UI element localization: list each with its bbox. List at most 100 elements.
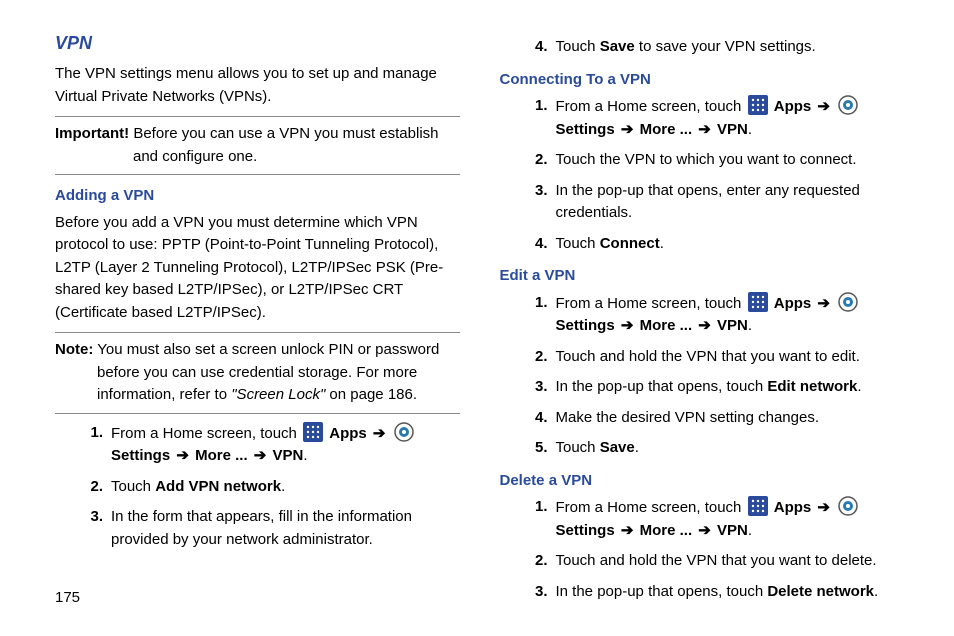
list-item: 3.In the pop-up that opens, enter any re… bbox=[500, 180, 905, 225]
step-number: 3. bbox=[530, 180, 556, 225]
arrow-icon: ➔ bbox=[696, 522, 713, 539]
step-number: 1. bbox=[530, 95, 556, 141]
text: to save your VPN settings. bbox=[635, 38, 816, 55]
nav-settings: Settings bbox=[556, 522, 615, 539]
step-body: In the pop-up that opens, touch Edit net… bbox=[556, 376, 905, 399]
connecting-steps: 1. From a Home screen, touch Apps ➔ Sett… bbox=[500, 95, 905, 255]
nav-apps: Apps bbox=[774, 98, 812, 115]
text-bold: Save bbox=[600, 38, 635, 55]
adding-vpn-intro: Before you add a VPN you must determine … bbox=[55, 212, 460, 325]
step-body: From a Home screen, touch Apps ➔ Setting… bbox=[111, 422, 460, 468]
step-body: From a Home screen, touch Apps ➔ Setting… bbox=[556, 292, 905, 338]
note-box: Note: You must also set a screen unlock … bbox=[55, 332, 460, 414]
text: Touch bbox=[556, 439, 600, 456]
right-column: 4. Touch Save to save your VPN settings.… bbox=[500, 30, 905, 575]
step-number: 2. bbox=[530, 346, 556, 369]
important-text: Before you can use a VPN you must establ… bbox=[129, 125, 438, 165]
delete-steps: 1. From a Home screen, touch Apps ➔ Sett… bbox=[500, 496, 905, 603]
step-number: 4. bbox=[530, 407, 556, 430]
step-body: Touch and hold the VPN that you want to … bbox=[556, 346, 905, 369]
step-number: 3. bbox=[530, 376, 556, 399]
arrow-icon: ➔ bbox=[252, 447, 269, 464]
list-item: 3. In the form that appears, fill in the… bbox=[55, 506, 460, 551]
text-bold: Connect bbox=[600, 235, 660, 252]
list-item: 1. From a Home screen, touch Apps ➔ Sett… bbox=[500, 292, 905, 338]
adding-vpn-steps: 1. From a Home screen, touch Apps ➔ Sett… bbox=[55, 422, 460, 552]
nav-prefix: From a Home screen, touch bbox=[556, 499, 746, 516]
nav-more: More ... bbox=[640, 522, 693, 539]
nav-settings: Settings bbox=[556, 121, 615, 138]
arrow-icon: ➔ bbox=[696, 317, 713, 334]
settings-icon bbox=[394, 422, 414, 442]
important-label: Important! bbox=[55, 125, 129, 142]
step-body: Touch Connect. bbox=[556, 233, 905, 256]
nav-apps: Apps bbox=[774, 295, 812, 312]
arrow-icon: ➔ bbox=[619, 522, 636, 539]
list-item: 1. From a Home screen, touch Apps ➔ Sett… bbox=[55, 422, 460, 468]
heading-adding-vpn: Adding a VPN bbox=[55, 185, 460, 208]
list-item: 1. From a Home screen, touch Apps ➔ Sett… bbox=[500, 95, 905, 141]
step-body: Touch Add VPN network. bbox=[111, 476, 460, 499]
list-item: 5.Touch Save. bbox=[500, 437, 905, 460]
arrow-icon: ➔ bbox=[815, 295, 832, 312]
step-body: Touch the VPN to which you want to conne… bbox=[556, 149, 905, 172]
important-box: Important! Before you can use a VPN you … bbox=[55, 116, 460, 175]
list-item: 4.Make the desired VPN setting changes. bbox=[500, 407, 905, 430]
nav-vpn: VPN bbox=[717, 317, 748, 334]
apps-icon bbox=[748, 95, 768, 115]
step-number: 2. bbox=[530, 550, 556, 573]
list-item: 2.Touch the VPN to which you want to con… bbox=[500, 149, 905, 172]
nav-vpn: VPN bbox=[273, 447, 304, 464]
step-body: Touch Save. bbox=[556, 437, 905, 460]
text-bold: Delete network bbox=[767, 583, 874, 600]
settings-icon bbox=[838, 95, 858, 115]
text: Touch bbox=[556, 38, 600, 55]
list-item: 1. From a Home screen, touch Apps ➔ Sett… bbox=[500, 496, 905, 542]
heading-connecting: Connecting To a VPN bbox=[500, 69, 905, 92]
step-number: 4. bbox=[530, 36, 556, 59]
heading-delete: Delete a VPN bbox=[500, 470, 905, 493]
nav-prefix: From a Home screen, touch bbox=[556, 295, 746, 312]
text-bold: Add VPN network bbox=[155, 478, 281, 495]
nav-settings: Settings bbox=[111, 447, 170, 464]
list-item: 3.In the pop-up that opens, touch Edit n… bbox=[500, 376, 905, 399]
apps-icon bbox=[748, 292, 768, 312]
nav-more: More ... bbox=[195, 447, 248, 464]
list-item: 2.Touch and hold the VPN that you want t… bbox=[500, 550, 905, 573]
arrow-icon: ➔ bbox=[815, 98, 832, 115]
text-bold: Edit network bbox=[767, 378, 857, 395]
heading-edit: Edit a VPN bbox=[500, 265, 905, 288]
step-body: From a Home screen, touch Apps ➔ Setting… bbox=[556, 496, 905, 542]
step-body: From a Home screen, touch Apps ➔ Setting… bbox=[556, 95, 905, 141]
arrow-icon: ➔ bbox=[815, 499, 832, 516]
nav-settings: Settings bbox=[556, 317, 615, 334]
step-body: Touch Save to save your VPN settings. bbox=[556, 36, 905, 59]
apps-icon bbox=[748, 496, 768, 516]
step-number: 3. bbox=[85, 506, 111, 551]
note-text-2: on page 186. bbox=[325, 386, 417, 403]
arrow-icon: ➔ bbox=[371, 425, 388, 442]
nav-vpn: VPN bbox=[717, 522, 748, 539]
step-body: Make the desired VPN setting changes. bbox=[556, 407, 905, 430]
text: Touch bbox=[556, 235, 600, 252]
text-bold: Save bbox=[600, 439, 635, 456]
nav-more: More ... bbox=[640, 121, 693, 138]
note-ref: "Screen Lock" bbox=[231, 386, 325, 403]
arrow-icon: ➔ bbox=[619, 121, 636, 138]
text: In the pop-up that opens, touch bbox=[556, 583, 768, 600]
arrow-icon: ➔ bbox=[619, 317, 636, 334]
nav-vpn: VPN bbox=[717, 121, 748, 138]
nav-prefix: From a Home screen, touch bbox=[556, 98, 746, 115]
note-label: Note: bbox=[55, 341, 93, 358]
step-number: 5. bbox=[530, 437, 556, 460]
left-column: VPN The VPN settings menu allows you to … bbox=[55, 30, 460, 575]
step-body: Touch and hold the VPN that you want to … bbox=[556, 550, 905, 573]
arrow-icon: ➔ bbox=[174, 447, 191, 464]
apps-icon bbox=[303, 422, 323, 442]
arrow-icon: ➔ bbox=[696, 121, 713, 138]
list-item: 2. Touch Add VPN network. bbox=[55, 476, 460, 499]
nav-apps: Apps bbox=[329, 425, 367, 442]
list-item: 4. Touch Save to save your VPN settings. bbox=[500, 36, 905, 59]
edit-steps: 1. From a Home screen, touch Apps ➔ Sett… bbox=[500, 292, 905, 460]
step-number: 1. bbox=[85, 422, 111, 468]
